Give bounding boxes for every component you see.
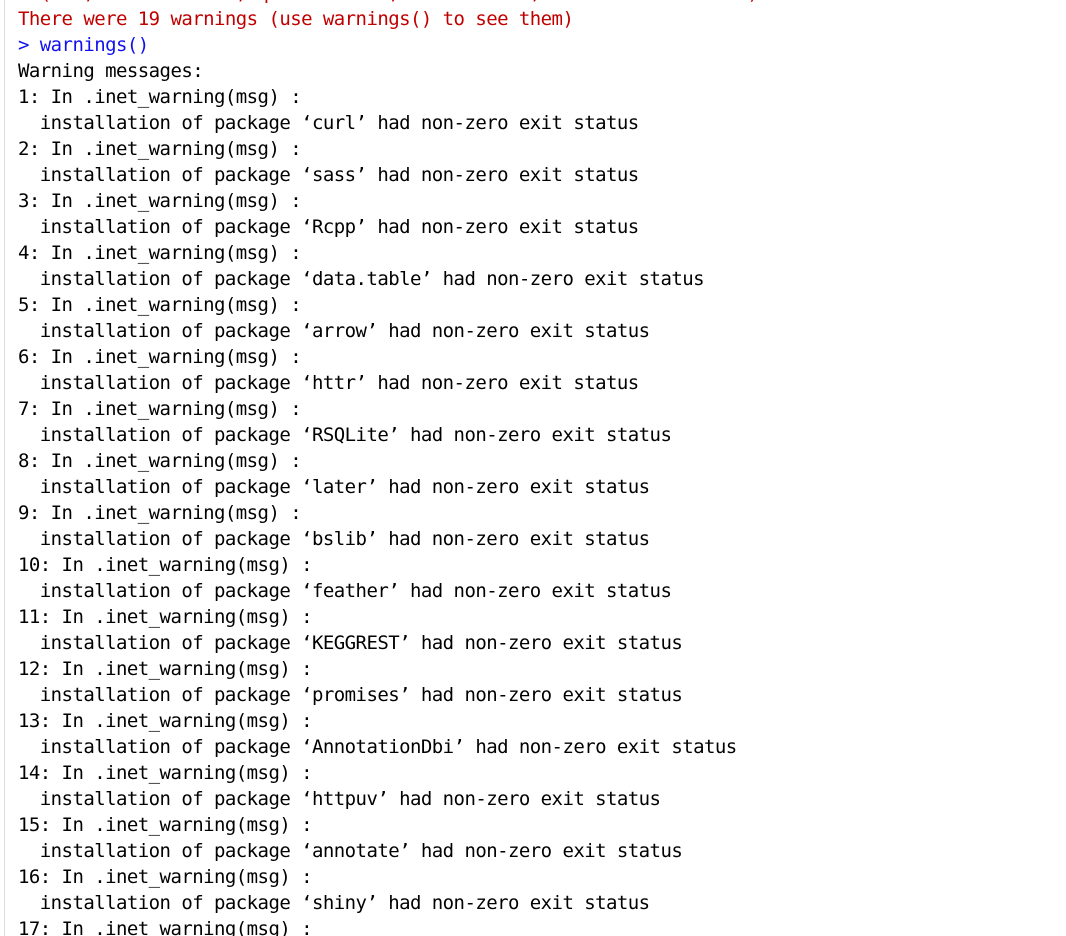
console-command-line[interactable]: > warnings() bbox=[18, 32, 1066, 58]
warning-entry-message: installation of package ‘Rcpp’ had non-z… bbox=[18, 216, 639, 238]
warning-entry-header: 7: In .inet_warning(msg) : bbox=[18, 398, 302, 420]
warning-entry-header: 6: In .inet_warning(msg) : bbox=[18, 346, 302, 368]
warning-entry-header: 14: In .inet_warning(msg) : bbox=[18, 762, 313, 784]
warning-entry-header: 9: In .inet_warning(msg) : bbox=[18, 502, 302, 524]
warning-entry-message: installation of package ‘httpuv’ had non… bbox=[18, 788, 661, 810]
warning-entry-header-trailing: 17: In .inet_warning(msg) : bbox=[18, 918, 313, 936]
warning-entry-message: installation of package ‘curl’ had non-z… bbox=[18, 112, 639, 134]
r-console-pane[interactable]: n (url, destfile = f, quiet = TRUE, mode… bbox=[0, 0, 1066, 936]
warning-entry-message: installation of package ‘RSQLite’ had no… bbox=[18, 424, 672, 446]
warning-messages-header: Warning messages: bbox=[18, 60, 204, 82]
warning-entry-header: 10: In .inet_warning(msg) : bbox=[18, 554, 313, 576]
warning-entry-header: 3: In .inet_warning(msg) : bbox=[18, 190, 302, 212]
warning-entry-header: 16: In .inet_warning(msg) : bbox=[18, 866, 313, 888]
warning-entry-message: installation of package ‘bslib’ had non-… bbox=[18, 528, 650, 550]
warning-summary-line: There were 19 warnings (use warnings() t… bbox=[18, 8, 574, 30]
warning-entry-message: installation of package ‘httr’ had non-z… bbox=[18, 372, 639, 394]
warning-entry-header: 5: In .inet_warning(msg) : bbox=[18, 294, 302, 316]
warning-entry-message: installation of package ‘AnnotationDbi’ … bbox=[18, 736, 737, 758]
warning-entry-message: installation of package ‘data.table’ had… bbox=[18, 268, 705, 290]
warning-entry-message: installation of package ‘arrow’ had non-… bbox=[18, 320, 650, 342]
warning-entry-header: 11: In .inet_warning(msg) : bbox=[18, 606, 313, 628]
warning-entry-header: 2: In .inet_warning(msg) : bbox=[18, 138, 302, 160]
warning-entry-message: installation of package ‘sass’ had non-z… bbox=[18, 164, 639, 186]
warning-entry-header: 12: In .inet_warning(msg) : bbox=[18, 658, 313, 680]
warning-entry-message: installation of package ‘KEGGREST’ had n… bbox=[18, 632, 683, 654]
warning-entry-header: 15: In .inet_warning(msg) : bbox=[18, 814, 313, 836]
warning-entry-message: installation of package ‘annotate’ had n… bbox=[18, 840, 683, 862]
warning-entry-header: 4: In .inet_warning(msg) : bbox=[18, 242, 302, 264]
console-output[interactable]: n (url, destfile = f, quiet = TRUE, mode… bbox=[0, 0, 1066, 936]
warning-entry-message: installation of package ‘later’ had non-… bbox=[18, 476, 650, 498]
warning-entry-header: 8: In .inet_warning(msg) : bbox=[18, 450, 302, 472]
warning-entry-message: installation of package ‘shiny’ had non-… bbox=[18, 892, 650, 914]
warning-entry-message: installation of package ‘promises’ had n… bbox=[18, 684, 683, 706]
warning-entry-header: 1: In .inet_warning(msg) : bbox=[18, 86, 302, 108]
warning-entry-message: installation of package ‘feather’ had no… bbox=[18, 580, 672, 602]
warning-entry-header: 13: In .inet_warning(msg) : bbox=[18, 710, 313, 732]
